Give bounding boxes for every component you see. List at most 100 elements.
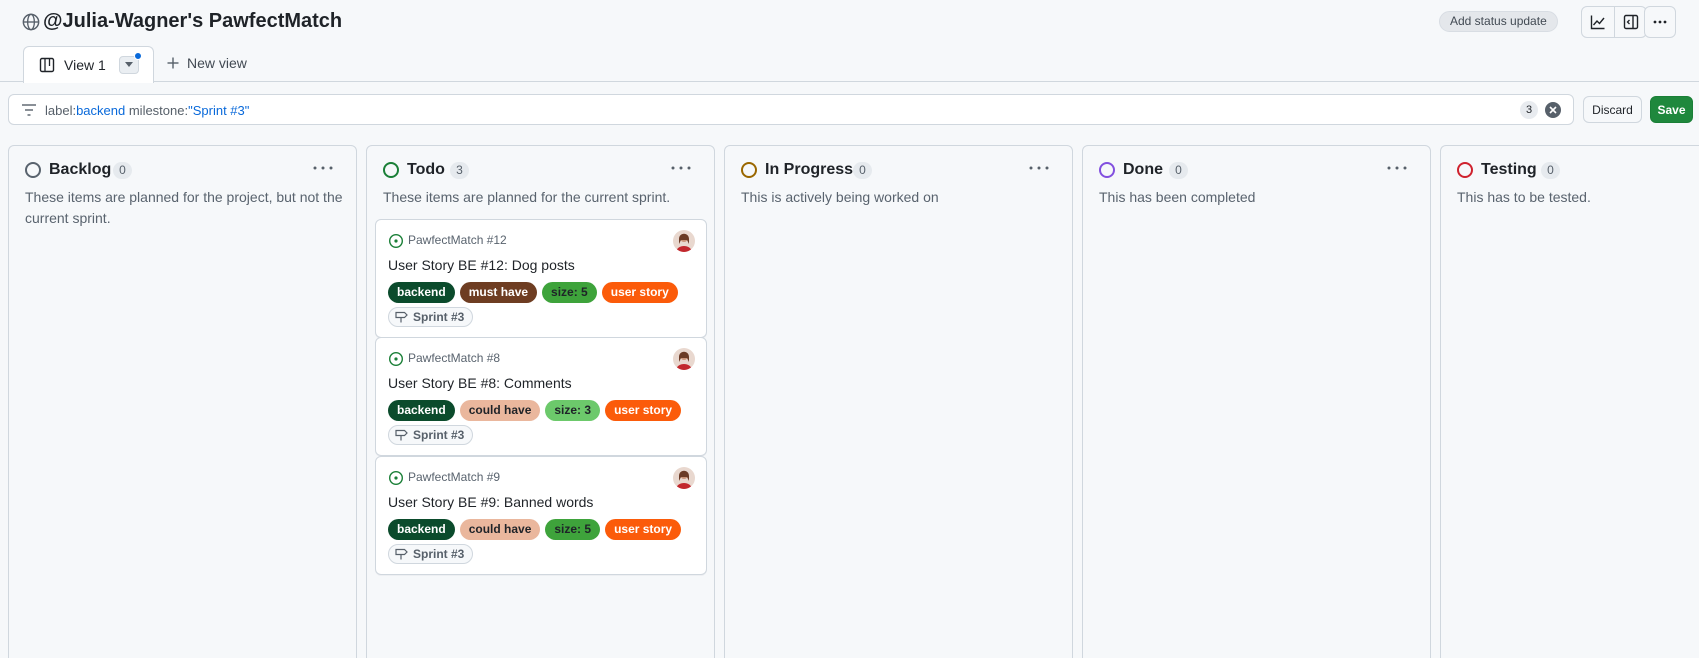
issue-card[interactable]: PawfectMatch #9 User Story BE #9: Banned… [375, 456, 707, 575]
column-todo: Todo 3 These items are planned for the c… [366, 145, 715, 658]
column-count: 3 [450, 162, 469, 179]
issue-reference[interactable]: PawfectMatch #12 [408, 233, 507, 247]
issue-opened-icon [388, 351, 404, 367]
milestone-label: Sprint #3 [413, 547, 465, 561]
label-badge[interactable]: size: 5 [542, 282, 597, 303]
filter-value-milestone: "Sprint #3" [188, 103, 250, 118]
milestone-label: Sprint #3 [413, 428, 465, 442]
column-menu-icon[interactable] [669, 160, 693, 176]
assignee-avatar[interactable] [673, 467, 695, 489]
side-panel-button[interactable] [1614, 7, 1646, 37]
unsaved-changes-dot [134, 52, 142, 60]
column-testing: Testing 0 This has to be tested. [1440, 145, 1699, 658]
discard-button[interactable]: Discard [1583, 96, 1642, 123]
label-badge[interactable]: user story [605, 400, 682, 421]
avatar-image [673, 467, 695, 489]
label-badge[interactable]: backend [388, 282, 455, 303]
x-icon [1549, 106, 1557, 114]
milestone-badge[interactable]: Sprint #3 [388, 425, 474, 445]
avatar-image [673, 230, 695, 252]
label-badge[interactable]: user story [605, 519, 682, 540]
more-options-button[interactable] [1644, 6, 1676, 38]
column-count: 0 [1541, 162, 1560, 179]
tab-view-1[interactable]: View 1 [23, 46, 154, 83]
column-description: These items are planned for the project,… [25, 189, 343, 226]
clear-filter-button[interactable] [1545, 102, 1561, 118]
label-badge[interactable]: backend [388, 519, 455, 540]
filter-result-count: 3 [1520, 101, 1538, 119]
column-count: 0 [1169, 162, 1188, 179]
column-description: This is actively being worked on [741, 189, 939, 205]
label-list: backend could have size: 5 user story [388, 519, 682, 540]
milestone-label: Sprint #3 [413, 310, 465, 324]
milestone-icon [395, 429, 408, 441]
insights-button[interactable] [1582, 7, 1614, 37]
issue-card[interactable]: PawfectMatch #8 User Story BE #8: Commen… [375, 337, 707, 456]
issue-card[interactable]: PawfectMatch #12 User Story BE #12: Dog … [375, 219, 707, 338]
column-done: Done 0 This has been completed [1082, 145, 1431, 658]
column-menu-icon[interactable] [1027, 160, 1051, 176]
milestone-badge[interactable]: Sprint #3 [388, 307, 474, 327]
status-circle-icon [1457, 162, 1473, 178]
new-view-button[interactable]: New view [167, 55, 247, 71]
column-description: This has been completed [1099, 189, 1256, 205]
milestone-icon [395, 548, 408, 560]
status-circle-icon [741, 162, 757, 178]
label-list: backend must have size: 5 user story [388, 282, 678, 303]
new-view-label: New view [187, 55, 247, 71]
label-badge[interactable]: size: 3 [545, 400, 601, 421]
issue-opened-icon [388, 470, 404, 486]
save-button[interactable]: Save [1650, 96, 1693, 123]
column-title: Testing [1481, 161, 1537, 178]
column-count: 0 [113, 162, 132, 179]
column-menu-icon[interactable] [311, 160, 335, 176]
kebab-icon [1653, 20, 1667, 24]
filter-input[interactable]: label:backend milestone:"Sprint #3" 3 [8, 94, 1574, 125]
issue-title[interactable]: User Story BE #8: Comments [388, 375, 572, 391]
issue-reference[interactable]: PawfectMatch #8 [408, 351, 500, 365]
issue-title[interactable]: User Story BE #12: Dog posts [388, 257, 575, 273]
issue-reference[interactable]: PawfectMatch #9 [408, 470, 500, 484]
column-description: This has to be tested. [1457, 189, 1591, 205]
insights-chart-icon [1590, 15, 1605, 30]
filter-icon [22, 104, 36, 116]
status-circle-icon [25, 162, 41, 178]
filter-key-label: label: [45, 103, 77, 118]
filter-key-milestone: milestone: [125, 103, 189, 118]
header-icon-group [1581, 6, 1647, 38]
sidebar-panel-icon [1623, 14, 1638, 30]
column-title: Done [1123, 161, 1163, 178]
column-description: These items are planned for the current … [383, 189, 671, 205]
column-backlog: Backlog 0 These items are planned for th… [8, 145, 357, 658]
avatar-image [673, 348, 695, 370]
column-title: In Progress [765, 161, 854, 178]
label-badge[interactable]: must have [459, 282, 538, 303]
assignee-avatar[interactable] [673, 230, 695, 252]
issue-opened-icon [388, 233, 404, 249]
milestone-icon [395, 311, 408, 323]
issue-title[interactable]: User Story BE #9: Banned words [388, 494, 593, 510]
column-count: 0 [853, 162, 872, 179]
triangle-down-icon [125, 62, 133, 67]
globe-icon [22, 13, 40, 31]
label-badge[interactable]: could have [459, 519, 541, 540]
plus-icon [167, 57, 179, 69]
project-header: @Julia-Wagner's PawfectMatch Add status … [0, 0, 1699, 83]
filter-value-label: backend [76, 103, 126, 118]
assignee-avatar[interactable] [673, 348, 695, 370]
board-icon [39, 57, 55, 73]
column-menu-icon[interactable] [1385, 160, 1409, 176]
column-title: Backlog [49, 161, 112, 178]
add-status-update-button[interactable]: Add status update [1439, 11, 1558, 32]
label-badge[interactable]: size: 5 [545, 519, 601, 540]
filter-query: label:backend milestone:"Sprint #3" [45, 103, 249, 118]
label-badge[interactable]: backend [388, 400, 455, 421]
label-badge[interactable]: could have [459, 400, 541, 421]
label-list: backend could have size: 3 user story [388, 400, 682, 421]
tab-label: View 1 [64, 57, 106, 73]
page-title: @Julia-Wagner's PawfectMatch [43, 10, 343, 32]
milestone-badge[interactable]: Sprint #3 [388, 544, 474, 564]
status-circle-icon [1099, 162, 1115, 178]
label-badge[interactable]: user story [601, 282, 678, 303]
column-in-progress: In Progress 0 This is actively being wor… [724, 145, 1073, 658]
